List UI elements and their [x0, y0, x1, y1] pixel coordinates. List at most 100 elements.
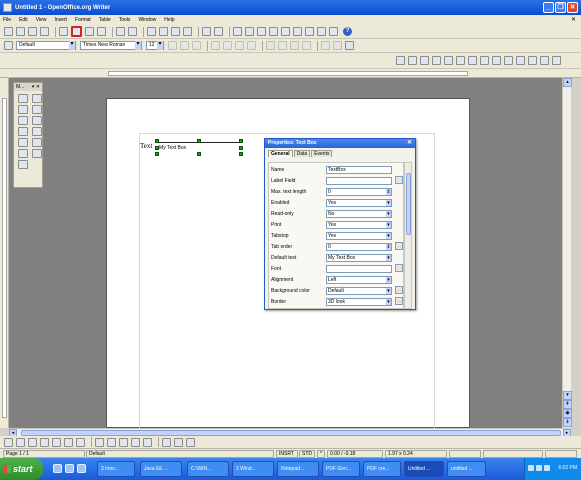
- smiley-icon[interactable]: [32, 116, 42, 125]
- print-select[interactable]: Yes ▾: [326, 221, 392, 229]
- cut-icon[interactable]: [147, 27, 156, 36]
- scrollbar-thumb[interactable]: [406, 173, 411, 235]
- line-icon[interactable]: [16, 437, 25, 447]
- form-navigator-icon[interactable]: [444, 56, 453, 65]
- read-only-select[interactable]: No ▾: [326, 210, 392, 218]
- font-color-icon[interactable]: [321, 41, 330, 50]
- email-icon[interactable]: [65, 464, 74, 473]
- fontwork-icon[interactable]: [174, 437, 183, 447]
- table-icon[interactable]: [245, 27, 254, 36]
- close-document-icon[interactable]: ✕: [571, 16, 576, 23]
- taskbar-item[interactable]: Notepad...: [277, 461, 319, 477]
- label-icon[interactable]: [18, 116, 28, 125]
- resize-handle[interactable]: [155, 152, 159, 156]
- save-icon[interactable]: [28, 27, 37, 36]
- paragraph-style-select[interactable]: Default: [16, 41, 76, 50]
- image-control-icon[interactable]: [552, 56, 561, 65]
- close-icon[interactable]: ✕: [407, 139, 412, 148]
- find-replace-icon[interactable]: [269, 27, 278, 36]
- checkbox-control-icon[interactable]: [456, 56, 465, 65]
- ellipse-icon[interactable]: [40, 437, 49, 447]
- menu-window[interactable]: Window: [138, 17, 156, 23]
- edit-file-icon[interactable]: [59, 27, 68, 36]
- page-preview-icon[interactable]: [97, 27, 106, 36]
- justify-icon[interactable]: [247, 41, 256, 50]
- data-sources-icon[interactable]: [305, 27, 314, 36]
- spellcheck-icon[interactable]: [116, 27, 125, 36]
- numbering-icon[interactable]: [266, 41, 275, 50]
- border-select[interactable]: 3D look ▾: [326, 298, 392, 306]
- resize-handle[interactable]: [197, 139, 201, 143]
- taskbar-item[interactable]: C:\WIN...: [187, 461, 229, 477]
- extrusion-icon[interactable]: [186, 437, 195, 447]
- tab-order-button[interactable]: …: [395, 242, 403, 250]
- menu-tools[interactable]: Tools: [119, 17, 131, 23]
- underline-icon[interactable]: [192, 41, 201, 50]
- new-document-icon[interactable]: [4, 27, 13, 36]
- form-controls-title[interactable]: M... ▾ ✕: [14, 83, 42, 91]
- taskbar-item[interactable]: 3 Inter...: [97, 461, 135, 477]
- taskbar-item[interactable]: PDF cre...: [363, 461, 401, 477]
- design-mode-icon[interactable]: [32, 94, 42, 103]
- tab-general[interactable]: General: [268, 150, 293, 157]
- taskbar-item[interactable]: Java EE ...: [140, 461, 182, 477]
- date-field-icon[interactable]: [32, 138, 42, 147]
- checkbox-icon[interactable]: [18, 105, 28, 114]
- menu-help[interactable]: Help: [164, 17, 174, 23]
- border-button[interactable]: …: [395, 297, 403, 305]
- menu-format[interactable]: Format: [75, 17, 91, 23]
- minimize-button[interactable]: _: [543, 2, 554, 13]
- freeform-icon[interactable]: [52, 437, 61, 447]
- gallery-icon[interactable]: [293, 27, 302, 36]
- alignment-select[interactable]: Left ▾: [326, 276, 392, 284]
- horizontal-ruler[interactable]: [0, 69, 581, 78]
- autospellcheck-icon[interactable]: [128, 27, 137, 36]
- combobox-control-icon[interactable]: [504, 56, 513, 65]
- previous-page-icon[interactable]: ⇞: [563, 400, 572, 409]
- font-browse-button[interactable]: …: [395, 264, 403, 272]
- resize-handle[interactable]: [239, 139, 243, 143]
- flowcharts-icon[interactable]: [131, 437, 140, 447]
- next-page-icon[interactable]: ⇟: [563, 418, 572, 427]
- open-folder-icon[interactable]: [16, 27, 25, 36]
- align-left-icon[interactable]: [211, 41, 220, 50]
- wizard-icon[interactable]: [18, 138, 28, 147]
- pushbutton-control-icon[interactable]: [480, 56, 489, 65]
- redo-icon[interactable]: [214, 27, 223, 36]
- max-text-length-spinner[interactable]: 0 ⇕: [326, 188, 392, 196]
- list-box-icon[interactable]: [18, 127, 28, 136]
- zoom-level[interactable]: [545, 450, 577, 458]
- export-pdf-icon[interactable]: [71, 26, 82, 37]
- decrease-indent-icon[interactable]: [290, 41, 299, 50]
- more-controls-icon[interactable]: [18, 160, 28, 169]
- formatted-field-icon[interactable]: [516, 56, 525, 65]
- name-field[interactable]: TextBox: [326, 166, 392, 174]
- block-arrows-icon[interactable]: [119, 437, 128, 447]
- clone-format-icon[interactable]: [183, 27, 192, 36]
- scroll-down-icon[interactable]: ▾: [563, 391, 572, 400]
- taskbar-item[interactable]: 2 Wind...: [232, 461, 274, 477]
- resize-handle[interactable]: [155, 146, 159, 150]
- print-icon[interactable]: [85, 27, 94, 36]
- navigation-icon[interactable]: ◉: [563, 409, 572, 418]
- font-name-select[interactable]: Times New Roman: [80, 41, 142, 50]
- listbox-control-icon[interactable]: [492, 56, 501, 65]
- menu-insert[interactable]: Insert: [54, 17, 67, 23]
- align-right-icon[interactable]: [235, 41, 244, 50]
- help-icon[interactable]: ?: [343, 27, 352, 36]
- copy-icon[interactable]: [159, 27, 168, 36]
- menu-view[interactable]: View: [36, 17, 47, 23]
- menu-table[interactable]: Table: [99, 17, 111, 23]
- select-icon[interactable]: [396, 56, 405, 65]
- control-properties-icon[interactable]: [420, 56, 429, 65]
- restore-button[interactable]: ❐: [555, 2, 566, 13]
- scroll-up-icon[interactable]: ▴: [563, 78, 572, 87]
- firefox-icon[interactable]: [77, 464, 86, 473]
- show-draw-functions-icon[interactable]: [257, 27, 266, 36]
- font-size-select[interactable]: 12: [146, 41, 164, 50]
- tabstop-select[interactable]: Yes ▾: [326, 232, 392, 240]
- increase-indent-icon[interactable]: [302, 41, 311, 50]
- rectangle-icon[interactable]: [28, 437, 37, 447]
- undo-icon[interactable]: [202, 27, 211, 36]
- menu-file[interactable]: File: [3, 17, 11, 23]
